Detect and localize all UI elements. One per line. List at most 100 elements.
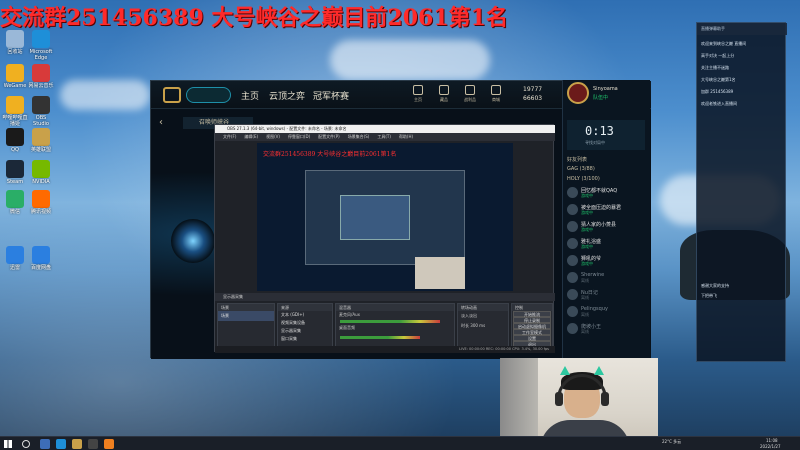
lol-nav-tft[interactable]: 云顶之弈 <box>269 89 305 102</box>
friend-avatar <box>567 306 578 317</box>
wallpaper-cloud <box>60 80 150 110</box>
start-button-icon[interactable] <box>4 440 12 448</box>
desktop-icon[interactable]: WeGame <box>2 64 28 89</box>
weather-widget[interactable]: 22°C 多云 <box>662 439 681 445</box>
desktop-icon[interactable]: 微信 <box>2 190 28 215</box>
wallpaper-cloud <box>330 40 490 80</box>
friend-avatar <box>567 204 578 215</box>
desktop-icon[interactable]: Steam <box>2 160 28 185</box>
app-icon <box>6 160 24 178</box>
rp-balance: 19777 <box>523 86 543 93</box>
obs-menu-item[interactable]: 配置文件(P) <box>318 134 340 139</box>
desktop-icon-label: 哔哩哔哩直播姬 <box>2 115 28 127</box>
desktop-icon[interactable]: NVIDIA <box>28 160 54 185</box>
friend-list-item[interactable]: 雅礼浴盛 游戏中 <box>567 237 647 251</box>
lol-back-button[interactable]: ‹ <box>159 117 163 128</box>
friend-list-item[interactable]: Pelingsquy 离线 <box>567 305 647 319</box>
obs-menu-item[interactable]: 编辑(E) <box>244 134 258 139</box>
lol-queue-timer: 0:13 <box>585 124 614 138</box>
desktop-icon-label: 迅雷 <box>9 265 20 271</box>
obs-menu-bar: 文件(F) 编辑(E) 视图(V) 停靠窗口(D) 配置文件(P) 场景集合(S) 工具(T… <box>215 133 555 141</box>
obs-taskbar-icon[interactable] <box>88 439 98 449</box>
clock-time[interactable]: 11:08 <box>766 438 778 443</box>
app-icon <box>6 190 24 208</box>
lol-loot-icon[interactable]: 战利品 <box>459 85 481 103</box>
obs-title-bar: OBS 27.1.3 (64-bit, windows) - 配置文件: 未命名… <box>215 125 555 133</box>
friend-list-item[interactable]: 被全面压迫的暴君 游戏中 <box>567 203 647 217</box>
app-icon <box>6 96 24 114</box>
obs-menu-item[interactable]: 文件(F) <box>223 134 236 139</box>
lol-collection-icon[interactable]: 藏品 <box>433 85 455 103</box>
obs-menu-item[interactable]: 场景集合(S) <box>348 134 370 139</box>
desktop-icon[interactable]: 回收站 <box>2 30 28 55</box>
chat-panel-header: 直播弹幕助手 <box>697 23 787 35</box>
obs-mixer-dock[interactable]: 混音器 麦克风/Aux 桌面音频 <box>335 303 455 349</box>
search-icon[interactable] <box>22 440 30 448</box>
obs-preview-webcam <box>415 257 465 289</box>
obs-source-item[interactable]: 视频采集设备 <box>278 319 332 327</box>
desktop-icon-label: 腾讯视频 <box>30 209 51 215</box>
chat-message: 大号峡谷之巅第1名 <box>701 77 736 82</box>
lol-nav-home[interactable]: 主页 <box>241 89 259 102</box>
friend-group-holy[interactable]: HOLY (3/100) <box>567 176 600 182</box>
obs-window[interactable]: OBS 27.1.3 (64-bit, windows) - 配置文件: 未命名… <box>214 124 555 353</box>
clock-date[interactable]: 2022/1/27 <box>760 444 781 449</box>
friend-list-item[interactable]: 爬坡小王 离线 <box>567 322 647 336</box>
desktop-icon[interactable]: 百度网盘 <box>28 246 54 271</box>
lol-store-icon[interactable]: 商城 <box>485 85 507 103</box>
obs-scene-item[interactable]: 场景 <box>218 311 274 321</box>
chat-message: 欢迎来到峡谷之巅 直播间 <box>701 41 747 46</box>
obs-scenes-dock[interactable]: 场景 场景 <box>217 303 275 349</box>
obs-source-item[interactable]: 文本 (GDI+) <box>278 311 332 319</box>
taskview-icon[interactable] <box>40 439 50 449</box>
friend-list-item[interactable]: Sherwine 离线 <box>567 271 647 285</box>
friend-status: 游戏中 <box>581 210 593 215</box>
desktop-icon[interactable]: 网易云音乐 <box>28 64 54 89</box>
desktop-icon[interactable]: Microsoft Edge <box>28 30 54 61</box>
obs-source-item[interactable]: 窗口采集 <box>278 335 332 343</box>
obs-source-item[interactable]: 显示器采集 <box>278 327 332 335</box>
transition-type[interactable]: 淡入淡出 <box>458 311 508 321</box>
edge-taskbar-icon[interactable] <box>56 439 66 449</box>
friend-avatar <box>567 238 578 249</box>
friend-status: 离线 <box>581 295 589 300</box>
lol-logo-icon[interactable] <box>163 87 181 103</box>
friend-list-item[interactable]: 猜人家的小菱县 游戏中 <box>567 220 647 234</box>
lol-nav-clash[interactable]: 冠军杯赛 <box>313 89 349 102</box>
desktop-icon[interactable]: 英雄联盟 <box>28 128 54 153</box>
desktop-icon-label: QQ <box>11 147 19 153</box>
desktop-icon[interactable]: QQ <box>2 128 28 153</box>
desktop-icon[interactable]: 哔哩哔哩直播姬 <box>2 96 28 127</box>
obs-preview[interactable]: 交流群251456389 大号峡谷之巅目前2061第1名 <box>257 143 513 291</box>
obs-menu-item[interactable]: 工具(T) <box>377 134 391 139</box>
desktop-icon[interactable]: 腾讯视频 <box>28 190 54 215</box>
transition-duration[interactable]: 时长 300 ms <box>458 321 508 331</box>
friend-list-item[interactable]: 狮吼的爷 游戏中 <box>567 254 647 268</box>
desktop-icon[interactable]: 迅雷 <box>2 246 28 271</box>
friend-list-item[interactable]: Nu日记 离线 <box>567 288 647 302</box>
friend-group-gag[interactable]: GAG (3/88) <box>567 166 595 172</box>
desktop-icon[interactable]: OBS Studio <box>28 96 54 127</box>
obs-menu-item[interactable]: 停靠窗口(D) <box>288 134 310 139</box>
app-icon <box>32 190 50 208</box>
obs-menu-item[interactable]: 视图(V) <box>266 134 280 139</box>
chat-message: 欢迎老铁进入直播间 <box>701 101 737 106</box>
danmaku-chat-panel[interactable]: 直播弹幕助手 欢迎来到峡谷之巅 直播间 高手对决 一起上分 关注主播不迷路 大号峡谷之… <box>696 22 787 362</box>
lol-taskbar-icon[interactable] <box>72 439 82 449</box>
webcam-headphone-cup-left <box>555 392 563 406</box>
chat-message: 加群 251456389 <box>701 89 734 94</box>
folder-taskbar-icon[interactable] <box>104 439 114 449</box>
obs-transition-dock[interactable]: 转场动画 淡入淡出 时长 300 ms <box>457 303 509 349</box>
lol-play-button[interactable] <box>186 87 231 103</box>
app-icon <box>32 96 50 114</box>
app-icon <box>32 30 50 48</box>
lol-home-icon[interactable]: 主页 <box>407 85 429 103</box>
desktop-icon-label: 微信 <box>9 209 20 215</box>
lol-avatar[interactable] <box>567 82 589 104</box>
friend-avatar <box>567 323 578 334</box>
obs-menu-item[interactable]: 帮助(H) <box>399 134 413 139</box>
friend-list-item[interactable]: 回忆都不就QAQ 游戏中 <box>567 186 647 200</box>
obs-sources-dock[interactable]: 来源 文本 (GDI+) 视频采集设备 显示器采集 窗口采集 <box>277 303 333 349</box>
app-icon <box>32 160 50 178</box>
app-icon <box>6 128 24 146</box>
